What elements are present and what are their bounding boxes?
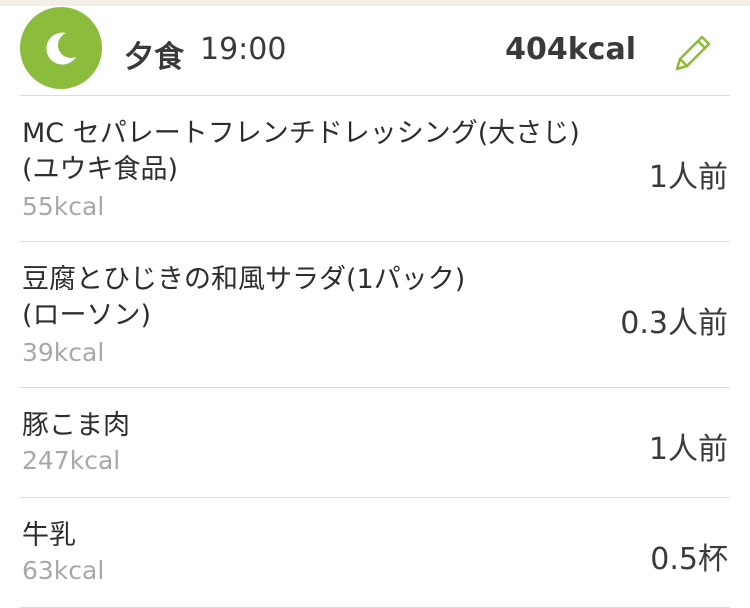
pencil-icon <box>675 35 711 71</box>
food-row[interactable]: 牛乳 63kcal 0.5杯 <box>0 498 750 607</box>
food-name-line2: (ユウキ食品) <box>22 154 179 185</box>
food-kcal: 39kcal <box>22 338 105 367</box>
food-kcal: 63kcal <box>22 556 105 585</box>
food-kcal: 55kcal <box>22 192 105 221</box>
edit-button[interactable] <box>670 30 716 76</box>
food-quantity: 0.5杯 <box>650 542 728 577</box>
food-kcal: 247kcal <box>22 446 121 475</box>
food-row[interactable]: 豚こま肉 247kcal 1人前 <box>0 388 750 497</box>
meal-total-kcal: 404kcal <box>505 32 636 67</box>
food-name-line1: 豚こま肉 <box>22 410 130 441</box>
food-name-line2: (ローソン) <box>22 300 152 331</box>
food-quantity: 1人前 <box>648 432 728 467</box>
food-name-line1: MC セパレートフレンチドレッシング(大さじ) <box>22 118 580 149</box>
food-row[interactable]: 豆腐とひじきの和風サラダ(1パック) (ローソン) 39kcal 0.3人前 <box>0 242 750 387</box>
food-name-line1: 牛乳 <box>22 520 76 551</box>
food-quantity: 1人前 <box>648 160 728 195</box>
food-quantity: 0.3人前 <box>620 306 728 341</box>
crescent-moon-icon <box>46 32 76 65</box>
meal-title: 夕食 <box>124 40 184 75</box>
food-row[interactable]: MC セパレートフレンチドレッシング(大さじ) (ユウキ食品) 55kcal 1… <box>0 96 750 241</box>
meal-time: 19:00 <box>200 32 287 67</box>
meal-header[interactable]: 夕食 19:00 404kcal <box>0 6 750 94</box>
meal-icon-badge <box>20 7 102 89</box>
food-name-line1: 豆腐とひじきの和風サラダ(1パック) <box>22 264 466 295</box>
